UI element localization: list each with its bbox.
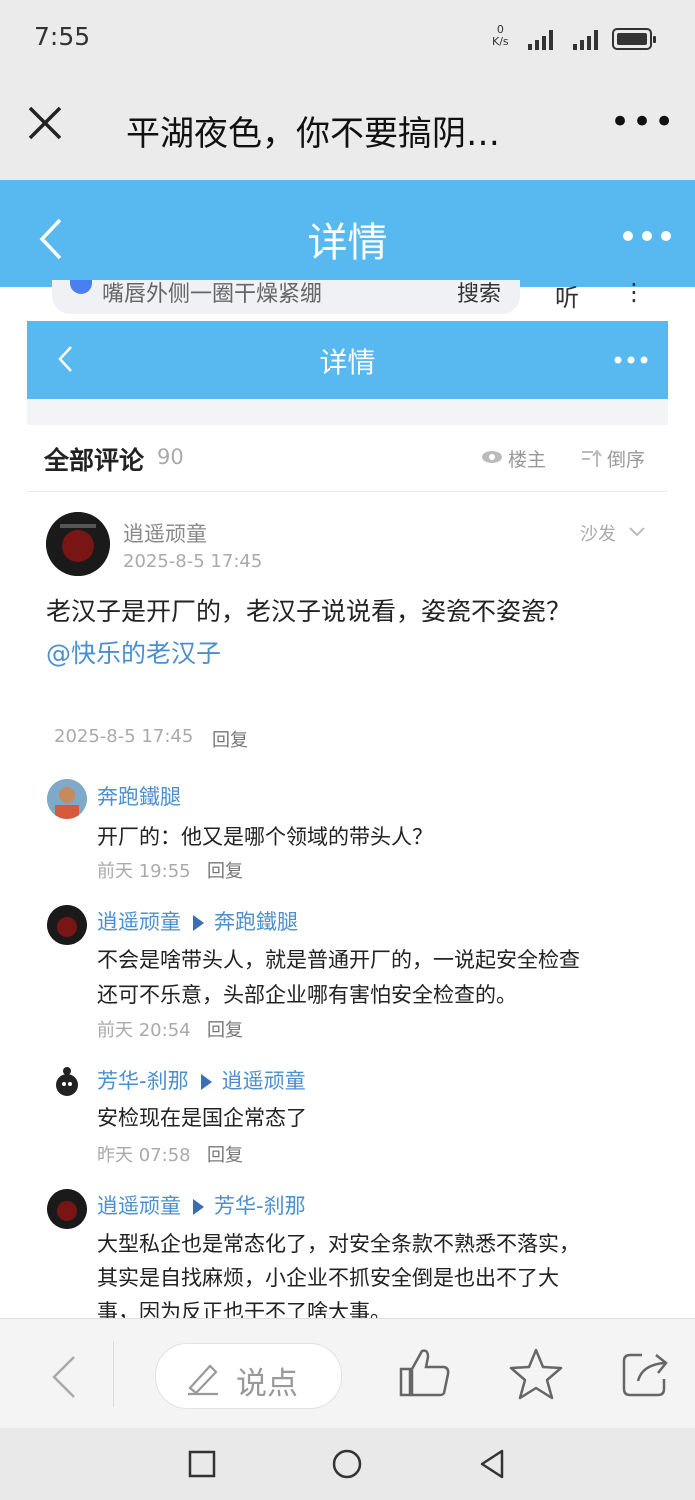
embedded-header-title: 详情 bbox=[319, 346, 376, 379]
reply-button[interactable]: 回复 bbox=[207, 1141, 243, 1167]
signal-icon bbox=[528, 30, 553, 50]
back-icon[interactable] bbox=[50, 1355, 76, 1399]
bottom-action-bar: 说点 bbox=[0, 1318, 695, 1429]
embedded-more-icon: ⋮ bbox=[622, 278, 646, 306]
reply-button[interactable]: 回复 bbox=[207, 857, 243, 883]
avatar[interactable] bbox=[47, 905, 87, 945]
reply-arrow-icon bbox=[193, 1199, 204, 1215]
circle-nav-icon[interactable] bbox=[331, 1448, 363, 1480]
reply-author-name[interactable]: 逍遥顽童 bbox=[97, 1194, 181, 1218]
comment-time: 2025-8-5 17:45 bbox=[123, 551, 263, 572]
detail-header: 详情 bbox=[0, 180, 695, 287]
pen-icon bbox=[188, 1364, 218, 1396]
square-nav-icon[interactable] bbox=[188, 1450, 216, 1478]
comments-count: 90 bbox=[157, 445, 184, 469]
divider bbox=[113, 1341, 114, 1407]
reply-line: 不会是啥带头人，就是普通开厂的，一说起安全检查 bbox=[97, 948, 580, 972]
embedded-listen: 听 bbox=[555, 284, 579, 312]
reply-time: 昨天 07:58 bbox=[97, 1145, 191, 1166]
title-bar: 平湖夜色，你不要搞阴… ••• bbox=[0, 80, 695, 180]
avatar[interactable] bbox=[46, 512, 110, 576]
chevron-down-icon[interactable] bbox=[628, 526, 646, 538]
reply-time: 前天 20:54 bbox=[97, 1020, 191, 1041]
reply-target[interactable]: 逍遥顽童 bbox=[222, 1069, 306, 1093]
status-time: 7:55 bbox=[34, 22, 91, 51]
share-icon[interactable] bbox=[620, 1347, 672, 1399]
order-toggle[interactable]: 倒序 bbox=[607, 445, 645, 472]
floor-label: 沙发 bbox=[580, 524, 616, 545]
more-icon[interactable] bbox=[622, 230, 672, 242]
comment-author[interactable]: 逍遥顽童 bbox=[123, 518, 207, 548]
avatar[interactable] bbox=[47, 1189, 87, 1229]
avatar[interactable] bbox=[47, 779, 87, 819]
status-bar: 7:55 0 K/s bbox=[0, 0, 695, 80]
reply-line: 安检现在是国企常态了 bbox=[97, 1106, 307, 1130]
comments-header: 全部评论 90 楼主 倒序 bbox=[27, 425, 668, 492]
mention-link[interactable]: @快乐的老汉子 bbox=[46, 634, 221, 670]
net-speed-unit: K/s bbox=[492, 35, 509, 48]
star-icon[interactable] bbox=[508, 1347, 564, 1401]
embedded-search-text: 嘴唇外侧一圈干燥紧绷 bbox=[102, 282, 323, 307]
thumbs-up-icon[interactable] bbox=[398, 1347, 452, 1399]
comment-input-button[interactable]: 说点 bbox=[155, 1343, 342, 1409]
reply-text: 开厂的：他又是哪个领域的带头人？ bbox=[97, 821, 433, 851]
page-title: 平湖夜色，你不要搞阴… bbox=[126, 114, 500, 154]
reply-author: 逍遥顽童 奔跑鐵腿 bbox=[97, 906, 298, 936]
reply-author-name[interactable]: 逍遥顽童 bbox=[97, 910, 181, 934]
reply-author-name[interactable]: 芳华-刹那 bbox=[97, 1069, 189, 1093]
reply-author: 逍遥顽童 芳华-刹那 bbox=[97, 1190, 306, 1220]
system-nav-bar bbox=[0, 1428, 695, 1500]
comment-input-label: 说点 bbox=[236, 1366, 298, 1402]
reply-line-clip: 事，因为反正也干不了啥大事。 bbox=[97, 1296, 657, 1318]
reply-author[interactable]: 奔跑鐵腿 bbox=[97, 781, 181, 811]
comment-text: 老汉子是开厂的，老汉子说说看，姿瓷不姿瓷？ bbox=[46, 597, 572, 626]
comments-label: 全部评论 bbox=[44, 446, 145, 475]
more-icon bbox=[614, 356, 648, 364]
more-icon[interactable]: ••• bbox=[610, 102, 676, 142]
comment-footer-time: 2025-8-5 17:45 bbox=[54, 726, 194, 747]
reply-button[interactable]: 回复 bbox=[207, 1016, 243, 1042]
triangle-nav-icon[interactable] bbox=[478, 1448, 506, 1480]
sort-icon bbox=[582, 449, 602, 467]
reply-button[interactable]: 回复 bbox=[212, 726, 248, 752]
embedded-search-bar: 嘴唇外侧一圈干燥紧绷 搜索 bbox=[52, 280, 520, 314]
reply-target[interactable]: 奔跑鐵腿 bbox=[214, 910, 298, 934]
battery-icon bbox=[612, 28, 656, 50]
reply-target[interactable]: 芳华-刹那 bbox=[214, 1194, 306, 1218]
signal-icon bbox=[573, 30, 598, 50]
reply-line: 他又是哪个领域的带头人？ bbox=[181, 825, 433, 849]
owner-filter[interactable]: 楼主 bbox=[508, 445, 546, 472]
embedded-search-button: 搜索 bbox=[457, 282, 502, 307]
reply-arrow-icon bbox=[200, 1074, 212, 1090]
close-icon[interactable] bbox=[26, 104, 66, 144]
verified-icon bbox=[70, 280, 92, 294]
reply-prefix: 开厂的： bbox=[97, 825, 181, 849]
reply-line: 其实是自找麻烦，小企业不抓安全倒是也出不了大 bbox=[97, 1266, 559, 1290]
reply-arrow-icon bbox=[193, 915, 204, 931]
eye-icon bbox=[482, 451, 502, 463]
reply-time: 前天 19:55 bbox=[97, 861, 191, 882]
avatar[interactable] bbox=[47, 1062, 87, 1102]
reply-author: 芳华-刹那 逍遥顽童 bbox=[97, 1065, 306, 1095]
reply-line: 还可不乐意，头部企业哪有害怕安全检查的。 bbox=[97, 983, 517, 1007]
embedded-detail-header: 详情 bbox=[27, 321, 668, 399]
reply-line: 事，因为反正也干不了啥大事。 bbox=[97, 1300, 391, 1318]
divider bbox=[27, 399, 668, 425]
header-title: 详情 bbox=[307, 220, 388, 266]
net-speed: 0 K/s bbox=[492, 24, 509, 48]
reply-line: 大型私企也是常态化了，对安全条款不熟悉不落实， bbox=[97, 1232, 580, 1256]
